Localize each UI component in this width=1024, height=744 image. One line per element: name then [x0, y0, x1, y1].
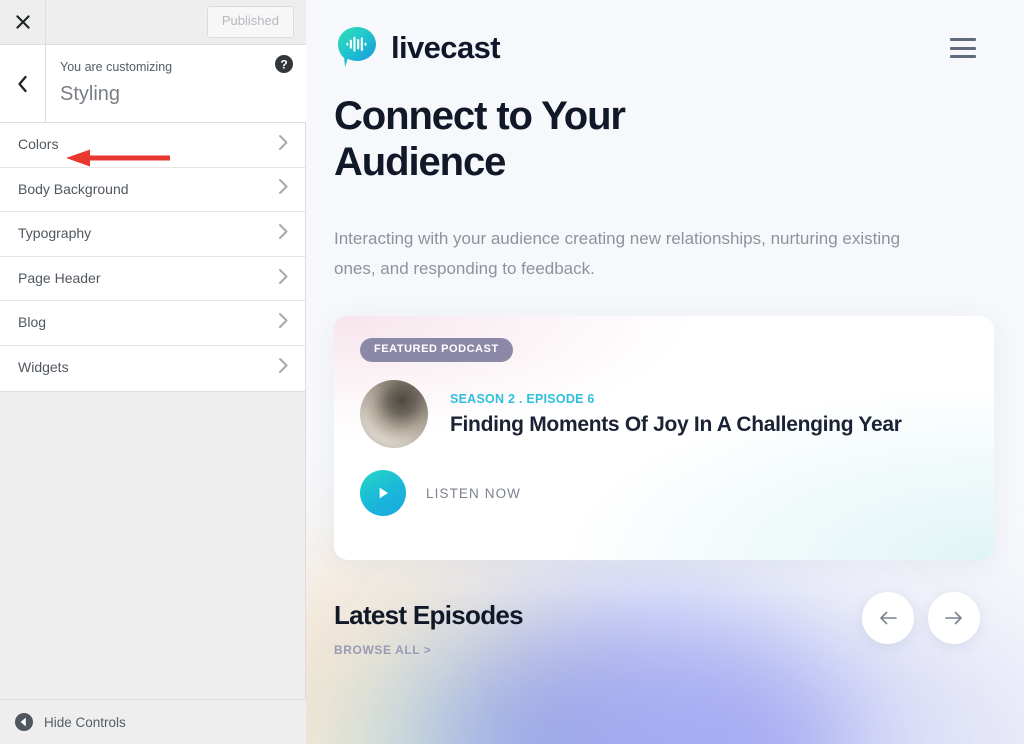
customizer-panel: Published You are customizing Styling ?	[0, 0, 306, 744]
sidebar-item-label: Body Background	[18, 180, 129, 197]
close-icon[interactable]	[0, 0, 46, 44]
customizer-topbar: Published	[0, 0, 306, 45]
play-icon	[360, 470, 406, 517]
chevron-right-icon	[278, 134, 289, 155]
featured-podcast-card[interactable]: FEATURED PODCAST SEASON 2 . EPISODE 6 Fi…	[334, 316, 994, 561]
panel-title: Styling	[60, 82, 121, 105]
listen-now-label: LISTEN NOW	[426, 485, 522, 501]
sidebar-item-label: Widgets	[18, 359, 69, 376]
status-badge: FEATURED PODCAST	[360, 338, 513, 363]
featured-episode-row: SEASON 2 . EPISODE 6 Finding Moments Of …	[360, 380, 968, 449]
chevron-right-icon	[278, 358, 289, 379]
collapse-icon	[14, 712, 34, 732]
sidebar-item-body-background[interactable]: Body Background	[0, 167, 305, 213]
sidebar-item-label: Blog	[18, 314, 47, 331]
sidebar-item-blog[interactable]: Blog	[0, 301, 305, 346]
episode-season-label: SEASON 2 . EPISODE 6	[450, 391, 595, 406]
hamburger-bar	[950, 38, 976, 41]
chevron-right-icon	[278, 268, 289, 289]
help-icon[interactable]: ?	[274, 54, 294, 74]
hamburger-bar	[950, 46, 976, 50]
latest-episodes-heading-group: Latest Episodes BROWSE ALL >	[334, 600, 862, 657]
arrow-left-icon[interactable]	[862, 592, 914, 645]
chevron-right-icon	[278, 223, 289, 244]
episode-thumbnail	[360, 380, 428, 449]
customizer-header-text: You are customizing Styling ?	[46, 45, 306, 122]
hamburger-menu-icon[interactable]	[950, 38, 976, 58]
sidebar-item-widgets[interactable]: Widgets	[0, 345, 305, 391]
sidebar-item-page-header[interactable]: Page Header	[0, 256, 305, 302]
episode-meta: SEASON 2 . EPISODE 6 Finding Moments Of …	[450, 392, 902, 437]
podcast-speech-bubble-icon	[334, 25, 380, 71]
listen-now-button[interactable]: LISTEN NOW	[360, 470, 968, 517]
hero-subtitle: Interacting with your audience creating …	[334, 228, 901, 279]
page-title: Connect to Your Audience	[334, 94, 626, 185]
hide-controls-label: Hide Controls	[44, 714, 126, 730]
customizer-header: You are customizing Styling ?	[0, 45, 306, 123]
customizer-sections: Colors Body Background Typography Page H…	[0, 123, 305, 392]
sidebar-item-label: Colors	[18, 136, 59, 152]
site-logo-text: livecast	[391, 30, 501, 65]
sidebar-item-label: Page Header	[18, 269, 101, 286]
chevron-right-icon	[278, 313, 289, 334]
preview-content: livecast Connect to Your Audience Intera…	[306, 0, 1024, 657]
publish-button[interactable]: Published	[206, 6, 294, 38]
arrow-right-icon[interactable]	[928, 592, 980, 645]
site-preview: livecast Connect to Your Audience Intera…	[306, 0, 1024, 744]
chevron-right-icon	[278, 179, 289, 200]
site-navbar: livecast	[334, 0, 996, 71]
hamburger-bar	[950, 55, 976, 58]
sidebar-item-label: Typography	[18, 225, 92, 242]
section-title: Latest Episodes	[334, 600, 524, 631]
latest-episodes-section: Latest Episodes BROWSE ALL >	[334, 592, 996, 657]
sidebar-item-colors[interactable]: Colors	[0, 123, 305, 168]
svg-text:?: ?	[280, 58, 287, 72]
sidebar-item-typography[interactable]: Typography	[0, 212, 305, 257]
back-button[interactable]	[0, 45, 46, 122]
customizer-screen: Published You are customizing Styling ?	[0, 0, 1024, 744]
carousel-controls	[862, 592, 980, 645]
customizing-label: You are customizing	[60, 60, 173, 74]
hide-controls-button[interactable]: Hide Controls	[0, 699, 306, 744]
browse-all-link[interactable]: BROWSE ALL >	[334, 643, 862, 657]
featured-card-inner: FEATURED PODCAST SEASON 2 . EPISODE 6 Fi…	[334, 316, 994, 538]
site-logo[interactable]: livecast	[334, 25, 501, 71]
episode-title: Finding Moments Of Joy In A Challenging …	[450, 412, 902, 436]
